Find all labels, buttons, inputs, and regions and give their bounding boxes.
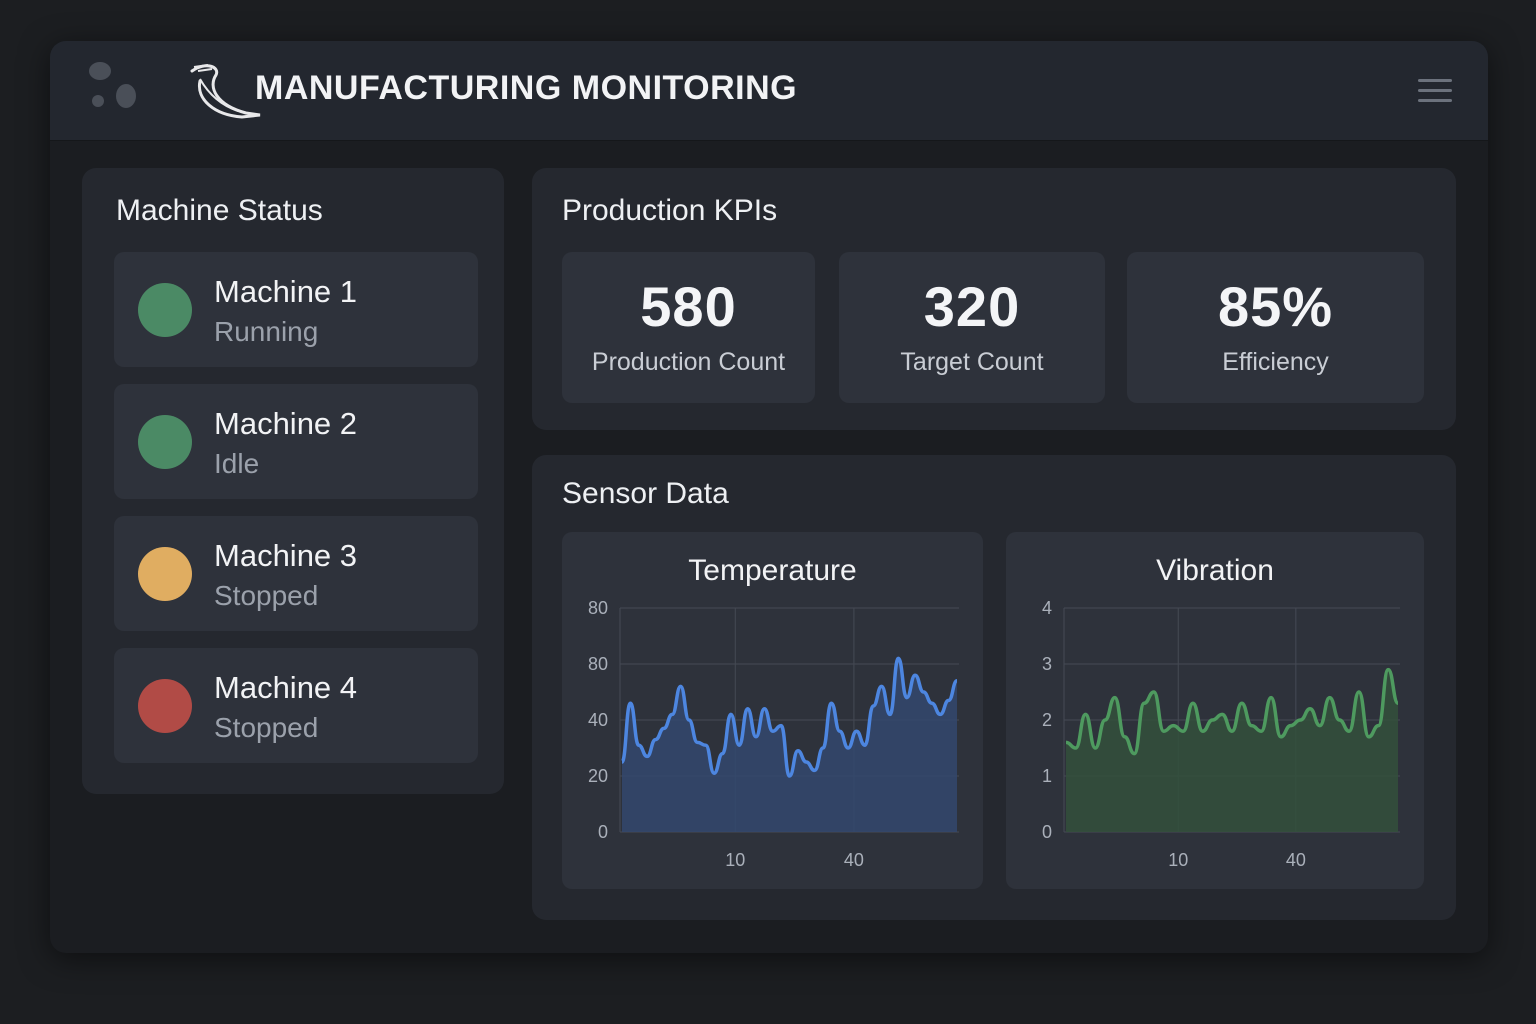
machine-status-panel: Machine Status Machine 1 Running Machine… [82, 168, 504, 794]
chart-title: Temperature [688, 554, 857, 587]
y-tick-label: 2 [1042, 710, 1052, 730]
dashboard-window: MANUFACTURING MONITORING Machine Status … [50, 41, 1488, 953]
x-tick-label: 40 [1286, 850, 1306, 870]
status-indicator [138, 547, 192, 601]
sensor-data-panel: Sensor Data 0 20 40 80 80 10 40 Temperature 0 1… [532, 455, 1456, 920]
kpi-value: 580 [640, 275, 737, 338]
x-tick-label: 10 [1168, 850, 1188, 870]
kpi-label: Production Count [591, 348, 786, 376]
kpi-value: 320 [923, 275, 1021, 338]
machine-card-3[interactable]: Machine 3 Stopped [114, 516, 478, 631]
machine-status-title: Machine Status [116, 194, 323, 227]
cluster-dots-icon [89, 62, 136, 108]
y-tick-label: 20 [588, 766, 608, 786]
y-tick-label: 4 [1042, 598, 1052, 618]
sensor-data-title: Sensor Data [562, 477, 729, 510]
machine-name: Machine 2 [214, 406, 358, 441]
x-tick-label: 40 [844, 850, 864, 870]
y-tick-label: 1 [1042, 766, 1052, 786]
machine-state: Idle [214, 448, 260, 479]
production-kpis-title: Production KPIs [562, 194, 778, 227]
machine-name: Machine 3 [214, 538, 358, 573]
temperature-chart[interactable]: 0 20 40 80 80 10 40 Temperature [562, 532, 983, 889]
x-tick-label: 10 [725, 850, 745, 870]
series-area [622, 658, 957, 832]
app-header: MANUFACTURING MONITORING [50, 41, 1488, 141]
y-tick-label: 0 [1042, 822, 1052, 842]
horn-logo-icon [190, 64, 261, 119]
machine-state: Stopped [214, 712, 319, 743]
kpi-label: Efficiency [1222, 348, 1329, 376]
y-tick-label: 80 [588, 598, 608, 618]
machine-card-4[interactable]: Machine 4 Stopped [114, 648, 478, 763]
kpi-card-target-count[interactable]: 320 Target Count [839, 252, 1105, 403]
y-tick-label: 0 [598, 822, 608, 842]
machine-state: Running [214, 316, 319, 347]
app-title: MANUFACTURING MONITORING [255, 69, 798, 107]
machine-card-1[interactable]: Machine 1 Running [114, 252, 478, 367]
y-tick-label: 80 [588, 654, 608, 674]
machine-state: Stopped [214, 580, 319, 611]
kpi-card-production-count[interactable]: 580 Production Count [562, 252, 815, 403]
series-area [1066, 669, 1398, 832]
y-tick-label: 3 [1042, 654, 1052, 674]
hamburger-menu-icon[interactable] [1418, 79, 1452, 105]
machine-name: Machine 1 [214, 274, 358, 309]
kpi-card-efficiency[interactable]: 85% Efficiency [1127, 252, 1424, 403]
y-tick-label: 40 [588, 710, 608, 730]
machine-card-2[interactable]: Machine 2 Idle [114, 384, 478, 499]
status-indicator [138, 283, 192, 337]
kpi-label: Target Count [900, 348, 1044, 376]
kpi-value: 85% [1217, 275, 1334, 338]
production-kpis-panel: Production KPIs 580 Production Count 320… [532, 168, 1456, 430]
chart-title: Vibration [1156, 554, 1274, 587]
machine-name: Machine 4 [214, 670, 358, 705]
status-indicator [138, 415, 192, 469]
vibration-chart[interactable]: 0 1 2 3 4 10 40 Vibration [1006, 532, 1424, 889]
status-indicator [138, 679, 192, 733]
